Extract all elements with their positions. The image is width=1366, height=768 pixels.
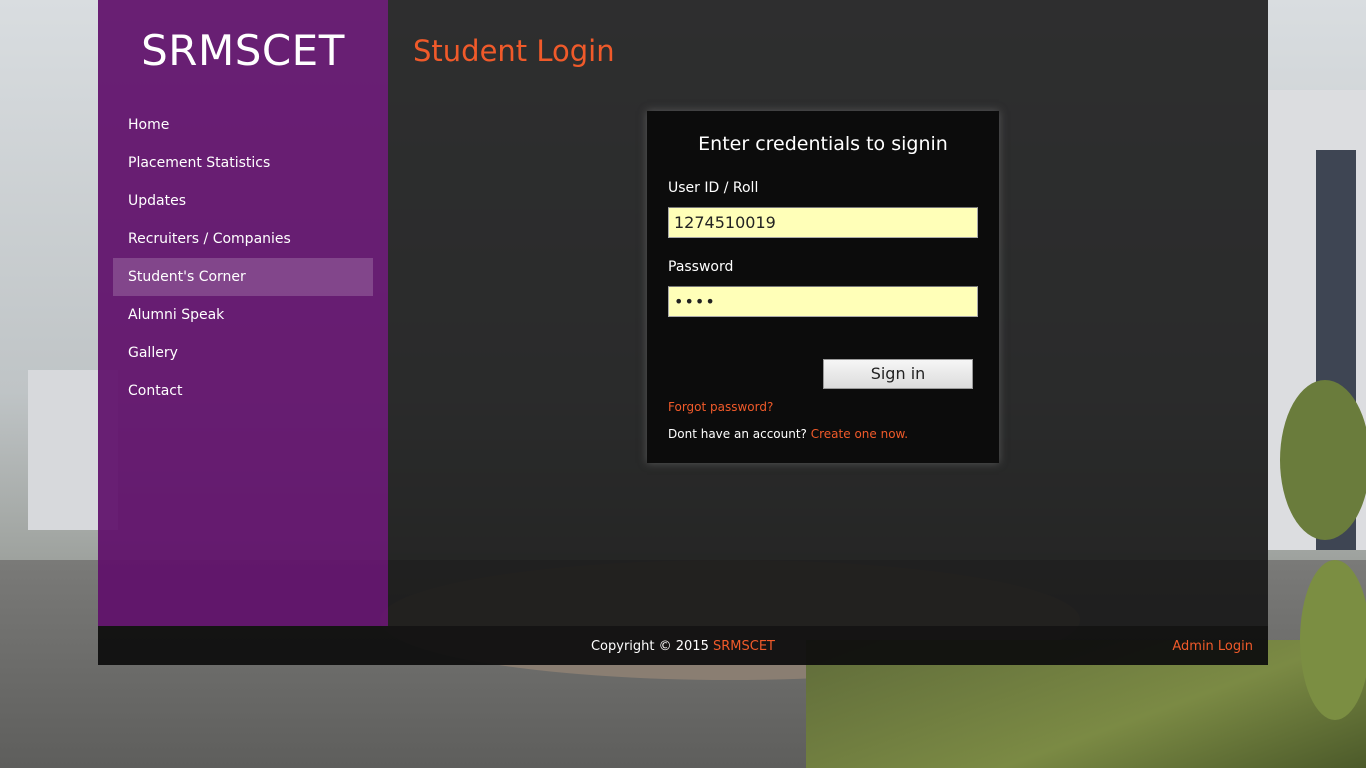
create-account-link[interactable]: Create one now. bbox=[811, 427, 908, 441]
sidebar-nav: Home Placement Statistics Updates Recrui… bbox=[113, 106, 373, 410]
no-account-row: Dont have an account? Create one now. bbox=[668, 427, 908, 441]
sidebar-item-alumni-speak[interactable]: Alumni Speak bbox=[113, 296, 373, 334]
sidebar-item-home[interactable]: Home bbox=[113, 106, 373, 144]
sidebar-item-contact[interactable]: Contact bbox=[113, 372, 373, 410]
password-input[interactable]: •••• bbox=[668, 286, 978, 317]
login-heading: Enter credentials to signin bbox=[698, 133, 948, 155]
sidebar: SRMSCET Home Placement Statistics Update… bbox=[98, 0, 388, 626]
page-frame: SRMSCET Home Placement Statistics Update… bbox=[98, 0, 1268, 665]
background-tree bbox=[1280, 380, 1366, 540]
login-panel: Enter credentials to signin User ID / Ro… bbox=[647, 111, 999, 463]
main-content: Student Login Enter credentials to signi… bbox=[388, 0, 1268, 626]
copyright-brand-link[interactable]: SRMSCET bbox=[713, 639, 775, 654]
user-id-input[interactable]: 1274510019 bbox=[668, 207, 978, 238]
sidebar-item-recruiters[interactable]: Recruiters / Companies bbox=[113, 220, 373, 258]
sign-in-button[interactable]: Sign in bbox=[823, 359, 973, 389]
no-account-text: Dont have an account? bbox=[668, 427, 807, 441]
brand-logo[interactable]: SRMSCET bbox=[98, 0, 388, 75]
forgot-password-link[interactable]: Forgot password? bbox=[668, 400, 773, 414]
copyright-text: Copyright © 2015 bbox=[590, 639, 709, 654]
page-title: Student Login bbox=[413, 34, 615, 68]
sidebar-item-gallery[interactable]: Gallery bbox=[113, 334, 373, 372]
background-tree bbox=[1300, 560, 1366, 720]
copyright: Copyright © 2015 SRMSCET bbox=[98, 626, 1268, 668]
sidebar-item-students-corner[interactable]: Student's Corner bbox=[113, 258, 373, 296]
user-id-label: User ID / Roll bbox=[668, 180, 759, 196]
sidebar-item-updates[interactable]: Updates bbox=[113, 182, 373, 220]
password-label: Password bbox=[668, 259, 734, 275]
admin-login-link[interactable]: Admin Login bbox=[1172, 626, 1253, 668]
footer: Copyright © 2015 SRMSCET Admin Login bbox=[98, 626, 1268, 665]
sidebar-item-placement-statistics[interactable]: Placement Statistics bbox=[113, 144, 373, 182]
